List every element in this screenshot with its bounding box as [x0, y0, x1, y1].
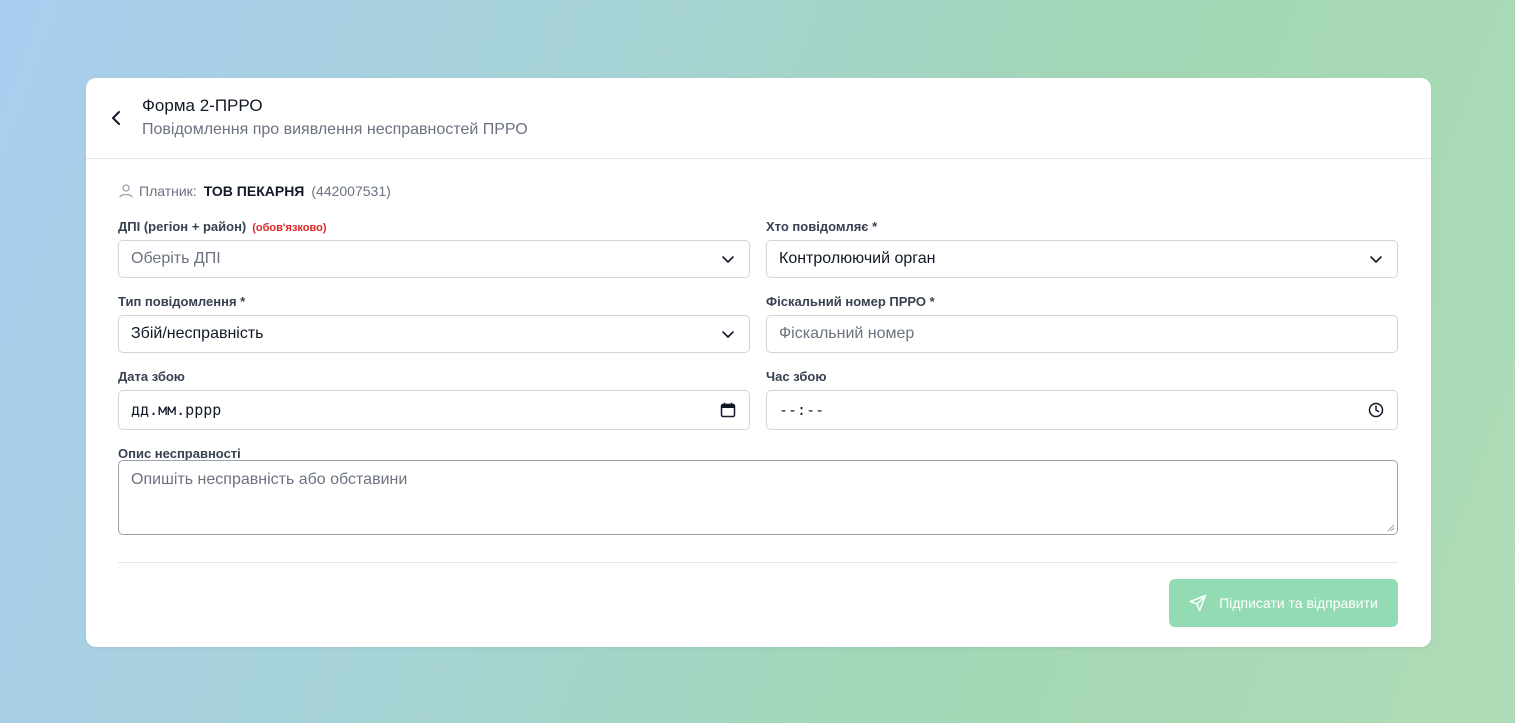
fiscal-number-label: Фіскальний номер ПРРО * [766, 294, 935, 309]
calendar-icon[interactable] [719, 401, 737, 419]
fiscal-number-placeholder: Фіскальний номер [779, 325, 915, 342]
payer-info: Платник: ТОВ ПЕКАРНЯ (442007531) [118, 182, 1398, 200]
message-type-select[interactable]: Збій/несправність [118, 315, 750, 353]
reporter-select[interactable]: Контролюючий орган [766, 240, 1398, 278]
failure-time-input[interactable]: --:-- [766, 390, 1398, 430]
description-field: Опис несправності Опишіть несправність а… [118, 446, 1398, 535]
form-body: Платник: ТОВ ПЕКАРНЯ (442007531) ДПІ (ре… [118, 182, 1398, 535]
message-type-field: Тип повідомлення * Збій/несправність [118, 294, 750, 353]
reporter-field: Хто повідомляє * Контролюючий орган [766, 219, 1398, 278]
reporter-value: Контролюючий орган [779, 250, 936, 267]
page-title: Форма 2-ПРРО [142, 96, 263, 115]
chevron-left-icon [112, 111, 120, 125]
chevron-down-icon [1367, 250, 1385, 268]
submit-label: Підписати та відправити [1219, 595, 1378, 611]
card-header: Форма 2-ПРРО Повідомлення про виявлення … [86, 78, 1431, 159]
dpi-label: ДПІ (регіон + район) [118, 219, 247, 234]
payer-code: (442007531) [311, 183, 391, 199]
clock-icon[interactable] [1367, 401, 1385, 419]
user-icon [118, 183, 134, 199]
form-card: Форма 2-ПРРО Повідомлення про виявлення … [86, 78, 1431, 647]
reporter-label: Хто повідомляє * [766, 219, 878, 234]
fiscal-number-input[interactable]: Фіскальний номер [766, 315, 1398, 353]
failure-time-label: Час збою [766, 369, 827, 384]
sign-and-send-button[interactable]: Підписати та відправити [1169, 579, 1398, 627]
failure-date-input[interactable]: дд.мм.рррр [118, 390, 750, 430]
dpi-select[interactable]: Оберіть ДПІ [118, 240, 750, 278]
message-type-label: Тип повідомлення * [118, 294, 246, 309]
description-textarea[interactable]: Опишіть несправність або обставини [118, 460, 1398, 535]
failure-date-placeholder: дд.мм.рррр [131, 401, 222, 419]
chevron-down-icon [719, 250, 737, 268]
dpi-placeholder: Оберіть ДПІ [131, 250, 221, 267]
failure-time-placeholder: --:-- [779, 401, 825, 419]
failure-date-field: Дата збою дд.мм.рррр [118, 369, 750, 430]
footer-divider [118, 562, 1398, 563]
failure-time-field: Час збою --:-- [766, 369, 1398, 430]
page-subtitle: Повідомлення про виявлення несправностей… [142, 121, 528, 138]
dpi-field: ДПІ (регіон + район) (обов'язково) Оберіт… [118, 219, 750, 278]
chevron-down-icon [719, 325, 737, 343]
send-icon [1189, 594, 1207, 612]
back-button[interactable] [104, 106, 128, 130]
message-type-value: Збій/несправність [131, 325, 264, 342]
payer-label: Платник: [139, 183, 197, 199]
resize-grip-icon[interactable] [1387, 524, 1395, 532]
failure-date-label: Дата збою [118, 369, 185, 384]
description-placeholder: Опишіть несправність або обставини [131, 471, 408, 488]
required-note: (обов'язково) [252, 222, 327, 234]
fiscal-number-field: Фіскальний номер ПРРО * Фіскальний номер [766, 294, 1398, 353]
payer-name: ТОВ ПЕКАРНЯ [203, 183, 305, 199]
